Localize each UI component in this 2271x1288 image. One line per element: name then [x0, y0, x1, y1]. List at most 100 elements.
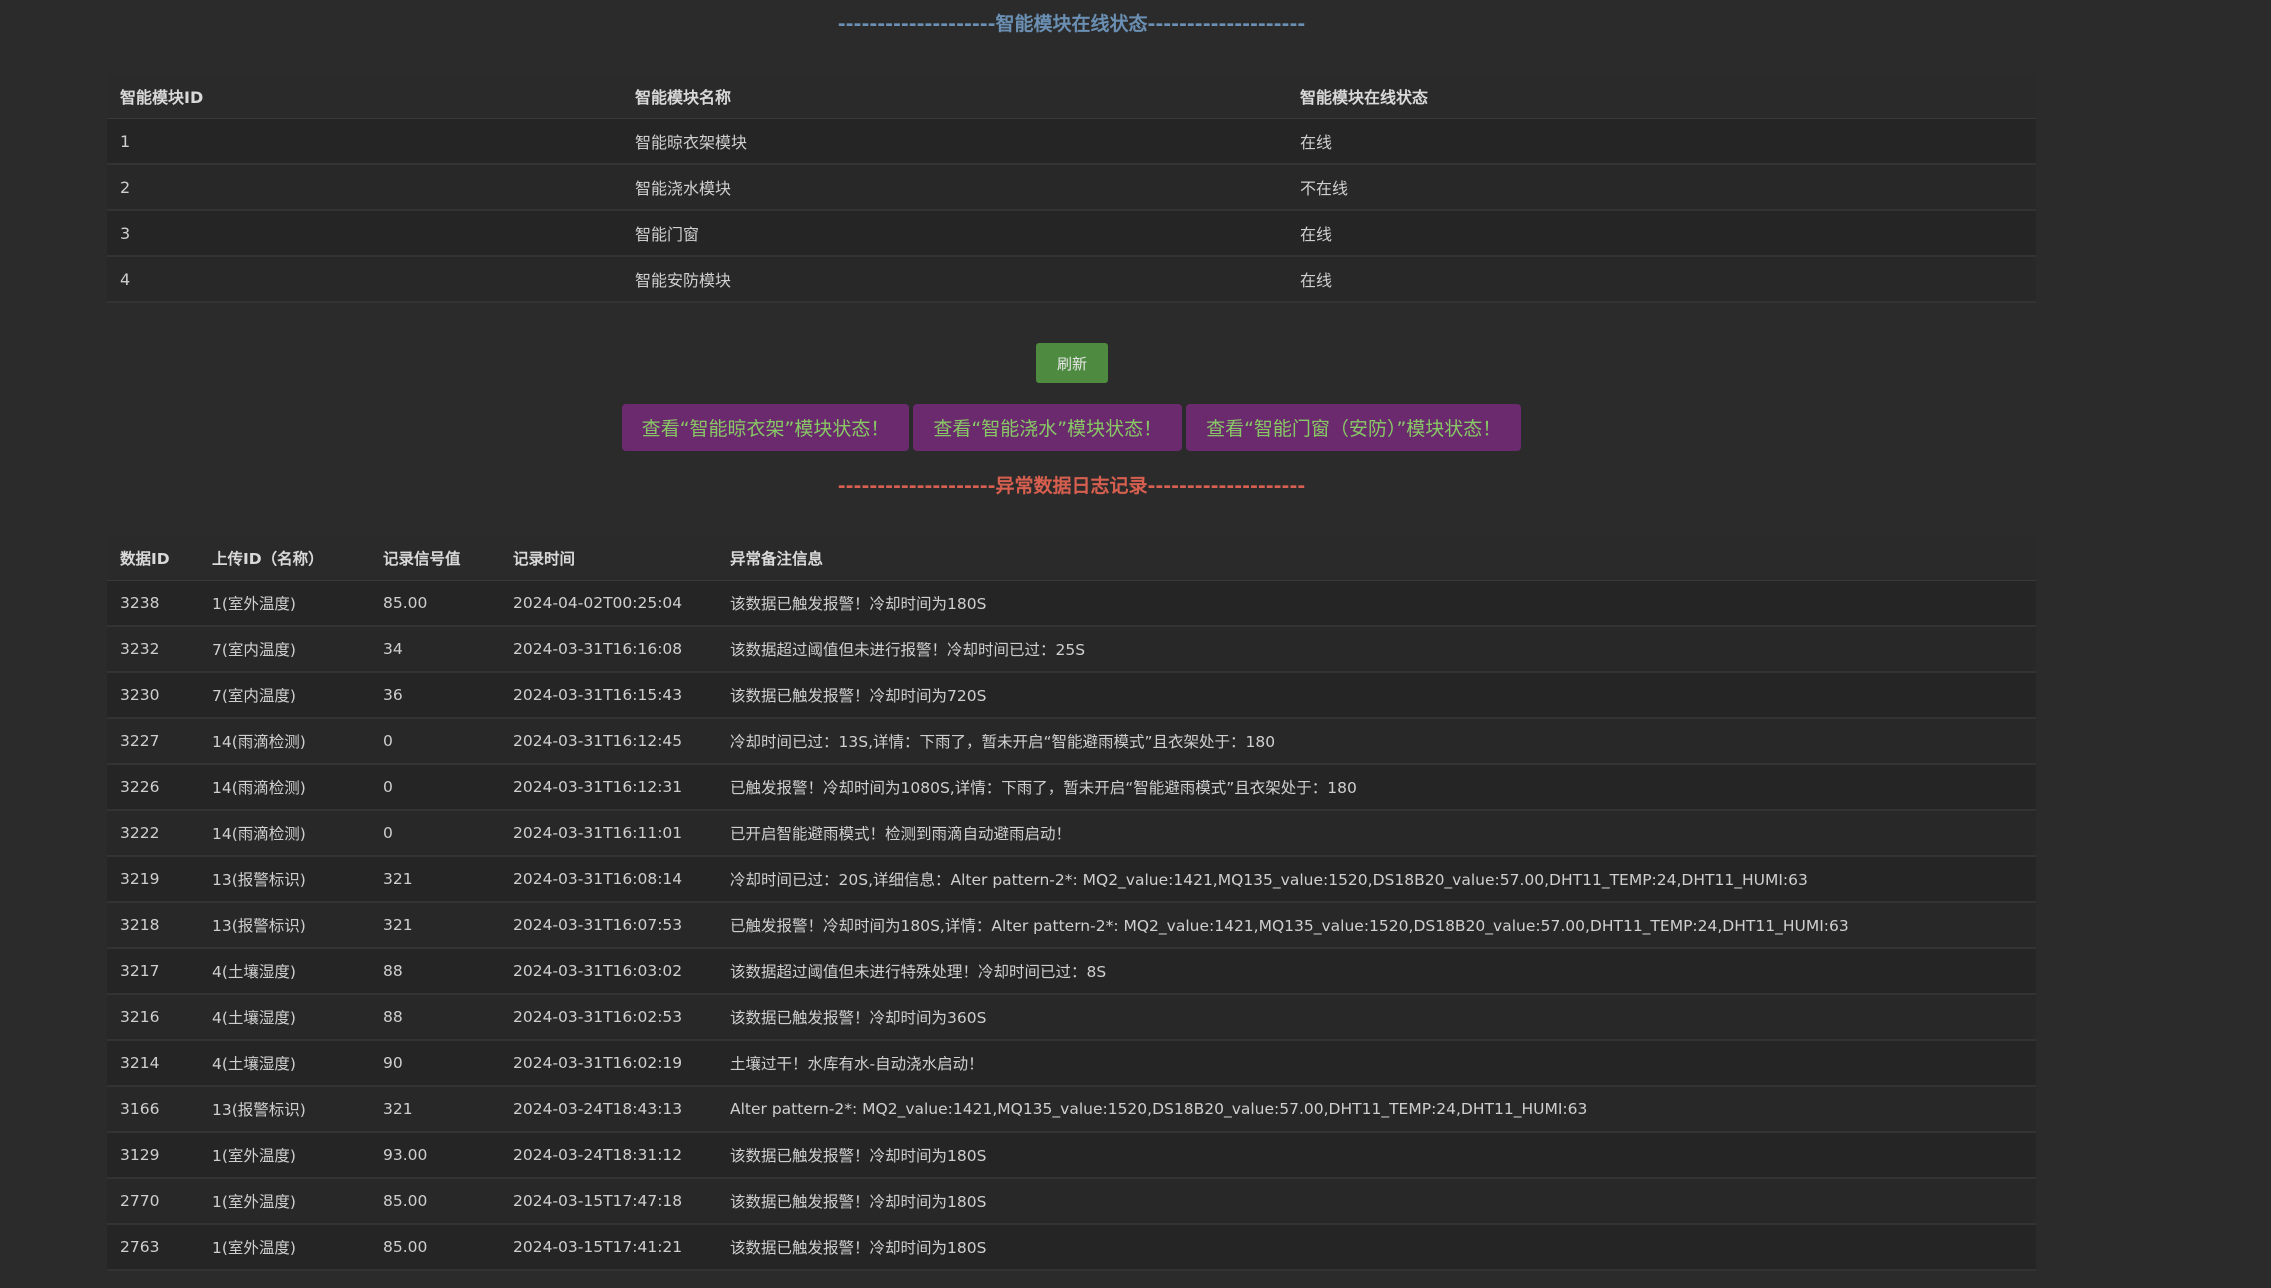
- table-row: 3232 7(室内温度) 34 2024-03-31T16:16:08 该数据超过阈值但…: [107, 626, 2036, 673]
- record-time-cell: 2024-03-24T18:31:12: [500, 1132, 717, 1179]
- upload-id-cell: 7(室内温度): [199, 626, 370, 673]
- upload-id-cell: 1(室外温度): [199, 580, 370, 627]
- remark-cell: 该数据已触发报警！冷却时间为180S: [717, 1178, 2036, 1225]
- module-name-cell: 智能浇水模块: [622, 164, 1287, 211]
- module-name-cell: 智能安防模块: [622, 256, 1287, 303]
- module-status-table: 智能模块ID 智能模块名称 智能模块在线状态 1 智能晾衣架模块 在线 2 智能浇水模块…: [107, 74, 2036, 303]
- upload-id-cell: 1(室外温度): [199, 1178, 370, 1225]
- table-row: 3227 14(雨滴检测) 0 2024-03-31T16:12:45 冷却时间已过：1…: [107, 718, 2036, 765]
- table-header-row: 智能模块ID 智能模块名称 智能模块在线状态: [107, 74, 2036, 119]
- upload-id-cell: 1(室外温度): [199, 1224, 370, 1271]
- view-door-window-security-status-button[interactable]: 查看“智能门窗（安防）”模块状态！: [1186, 404, 1522, 451]
- table-row: 2763 1(室外温度) 85.00 2024-03-15T17:41:21 该数据已触…: [107, 1224, 2036, 1271]
- online-status-cell: 在线: [1287, 256, 2036, 303]
- data-id-cell: 3232: [107, 626, 199, 673]
- data-id-cell: 3238: [107, 580, 199, 627]
- remark-cell: 该数据超过阈值但未进行特殊处理！冷却时间已过：8S: [717, 948, 2036, 995]
- signal-value-cell: 321: [370, 856, 500, 903]
- table-row: 3238 1(室外温度) 85.00 2024-04-02T00:25:04 该数据已触…: [107, 580, 2036, 627]
- remark-cell: 该数据已触发报警！冷却时间为180S: [717, 1132, 2036, 1179]
- table-row: 3166 13(报警标识) 321 2024-03-24T18:43:13 Alter …: [107, 1086, 2036, 1133]
- view-watering-status-button[interactable]: 查看“智能浇水”模块状态！: [913, 404, 1183, 451]
- record-time-cell: 2024-03-15T17:41:21: [500, 1224, 717, 1271]
- signal-value-cell: 85.00: [370, 1224, 500, 1271]
- table-row: 3 智能门窗 在线: [107, 210, 2036, 257]
- abnormal-log-title: --------------------异常数据日志记录------------…: [837, 475, 1306, 497]
- record-time-cell: 2024-03-31T16:03:02: [500, 948, 717, 995]
- record-time-cell: 2024-03-31T16:12:31: [500, 764, 717, 811]
- signal-value-cell: 36: [370, 672, 500, 719]
- online-status-title: --------------------智能模块在线状态------------…: [837, 13, 1306, 35]
- signal-value-cell: 85.00: [370, 580, 500, 627]
- data-id-cell: 3227: [107, 718, 199, 765]
- view-clothes-rack-status-button[interactable]: 查看“智能晾衣架”模块状态！: [621, 404, 910, 451]
- upload-id-cell: 7(室内温度): [199, 672, 370, 719]
- signal-value-cell: 88: [370, 948, 500, 995]
- column-header-data-id: 数据ID: [107, 536, 199, 581]
- record-time-cell: 2024-03-31T16:12:45: [500, 718, 717, 765]
- refresh-button[interactable]: 刷新: [1036, 343, 1108, 383]
- remark-cell: 该数据超过阈值但未进行报警！冷却时间已过：25S: [717, 626, 2036, 673]
- column-header-signal-value: 记录信号值: [370, 536, 500, 581]
- record-time-cell: 2024-03-31T16:15:43: [500, 672, 717, 719]
- data-id-cell: 3216: [107, 994, 199, 1041]
- data-id-cell: 2763: [107, 1224, 199, 1271]
- remark-cell: 冷却时间已过：20S,详细信息：Alter pattern-2*: MQ2_va…: [717, 856, 2036, 903]
- module-id-cell: 2: [107, 164, 622, 211]
- data-id-cell: 2770: [107, 1178, 199, 1225]
- column-header-record-time: 记录时间: [500, 536, 717, 581]
- signal-value-cell: 321: [370, 1086, 500, 1133]
- table-row: 3216 4(土壤湿度) 88 2024-03-31T16:02:53 该数据已触发报警…: [107, 994, 2036, 1041]
- table-row: 3129 1(室外温度) 93.00 2024-03-24T18:31:12 该数据已触…: [107, 1132, 2036, 1179]
- table-row: 2 智能浇水模块 不在线: [107, 164, 2036, 211]
- table-row: 3217 4(土壤湿度) 88 2024-03-31T16:03:02 该数据超过阈值但…: [107, 948, 2036, 995]
- remark-cell: 已开启智能避雨模式！检测到雨滴自动避雨启动！: [717, 810, 2036, 857]
- module-name-cell: 智能门窗: [622, 210, 1287, 257]
- data-id-cell: 3226: [107, 764, 199, 811]
- data-id-cell: 3218: [107, 902, 199, 949]
- remark-cell: 该数据已触发报警！冷却时间为720S: [717, 672, 2036, 719]
- remark-cell: 该数据已触发报警！冷却时间为180S: [717, 1224, 2036, 1271]
- signal-value-cell: 0: [370, 810, 500, 857]
- upload-id-cell: 1(室外温度): [199, 1132, 370, 1179]
- upload-id-cell: 4(土壤湿度): [199, 948, 370, 995]
- online-status-cell: 在线: [1287, 210, 2036, 257]
- module-status-buttons: 查看“智能晾衣架”模块状态！ 查看“智能浇水”模块状态！ 查看“智能门窗（安防）…: [0, 404, 2143, 451]
- table-row: 3218 13(报警标识) 321 2024-03-31T16:07:53 已触发报警！…: [107, 902, 2036, 949]
- table-row: 2770 1(室外温度) 85.00 2024-03-15T17:47:18 该数据已触…: [107, 1178, 2036, 1225]
- table-row: 3222 14(雨滴检测) 0 2024-03-31T16:11:01 已开启智能避雨模…: [107, 810, 2036, 857]
- remark-cell: 已触发报警！冷却时间为1080S,详情：下雨了，暂未开启“智能避雨模式”且衣架处…: [717, 764, 2036, 811]
- data-id-cell: 3217: [107, 948, 199, 995]
- online-status-cell: 在线: [1287, 118, 2036, 165]
- column-header-module-name: 智能模块名称: [622, 74, 1287, 119]
- record-time-cell: 2024-04-02T00:25:04: [500, 580, 717, 627]
- record-time-cell: 2024-03-31T16:02:19: [500, 1040, 717, 1087]
- table-row: 1 智能晾衣架模块 在线: [107, 118, 2036, 165]
- table-row: 3214 4(土壤湿度) 90 2024-03-31T16:02:19 土壤过干！水库有…: [107, 1040, 2036, 1087]
- table-row: 4 智能安防模块 在线: [107, 256, 2036, 303]
- signal-value-cell: 88: [370, 994, 500, 1041]
- data-id-cell: 3214: [107, 1040, 199, 1087]
- remark-cell: 已触发报警！冷却时间为180S,详情：Alter pattern-2*: MQ2…: [717, 902, 2036, 949]
- table-row: 3226 14(雨滴检测) 0 2024-03-31T16:12:31 已触发报警！冷却…: [107, 764, 2036, 811]
- column-header-online-status: 智能模块在线状态: [1287, 74, 2036, 119]
- record-time-cell: 2024-03-31T16:16:08: [500, 626, 717, 673]
- online-status-cell: 不在线: [1287, 164, 2036, 211]
- upload-id-cell: 4(土壤湿度): [199, 1040, 370, 1087]
- record-time-cell: 2024-03-31T16:11:01: [500, 810, 717, 857]
- signal-value-cell: 0: [370, 718, 500, 765]
- signal-value-cell: 321: [370, 902, 500, 949]
- remark-cell: Alter pattern-2*: MQ2_value:1421,MQ135_v…: [717, 1086, 2036, 1133]
- signal-value-cell: 93.00: [370, 1132, 500, 1179]
- abnormal-log-table: 数据ID 上传ID（名称） 记录信号值 记录时间 异常备注信息 3238 1(室外…: [107, 536, 2036, 1271]
- module-id-cell: 4: [107, 256, 622, 303]
- signal-value-cell: 85.00: [370, 1178, 500, 1225]
- upload-id-cell: 13(报警标识): [199, 1086, 370, 1133]
- module-id-cell: 1: [107, 118, 622, 165]
- signal-value-cell: 90: [370, 1040, 500, 1087]
- data-id-cell: 3166: [107, 1086, 199, 1133]
- upload-id-cell: 4(土壤湿度): [199, 994, 370, 1041]
- table-row: 3230 7(室内温度) 36 2024-03-31T16:15:43 该数据已触发报警…: [107, 672, 2036, 719]
- data-id-cell: 3222: [107, 810, 199, 857]
- column-header-upload-id: 上传ID（名称）: [199, 536, 370, 581]
